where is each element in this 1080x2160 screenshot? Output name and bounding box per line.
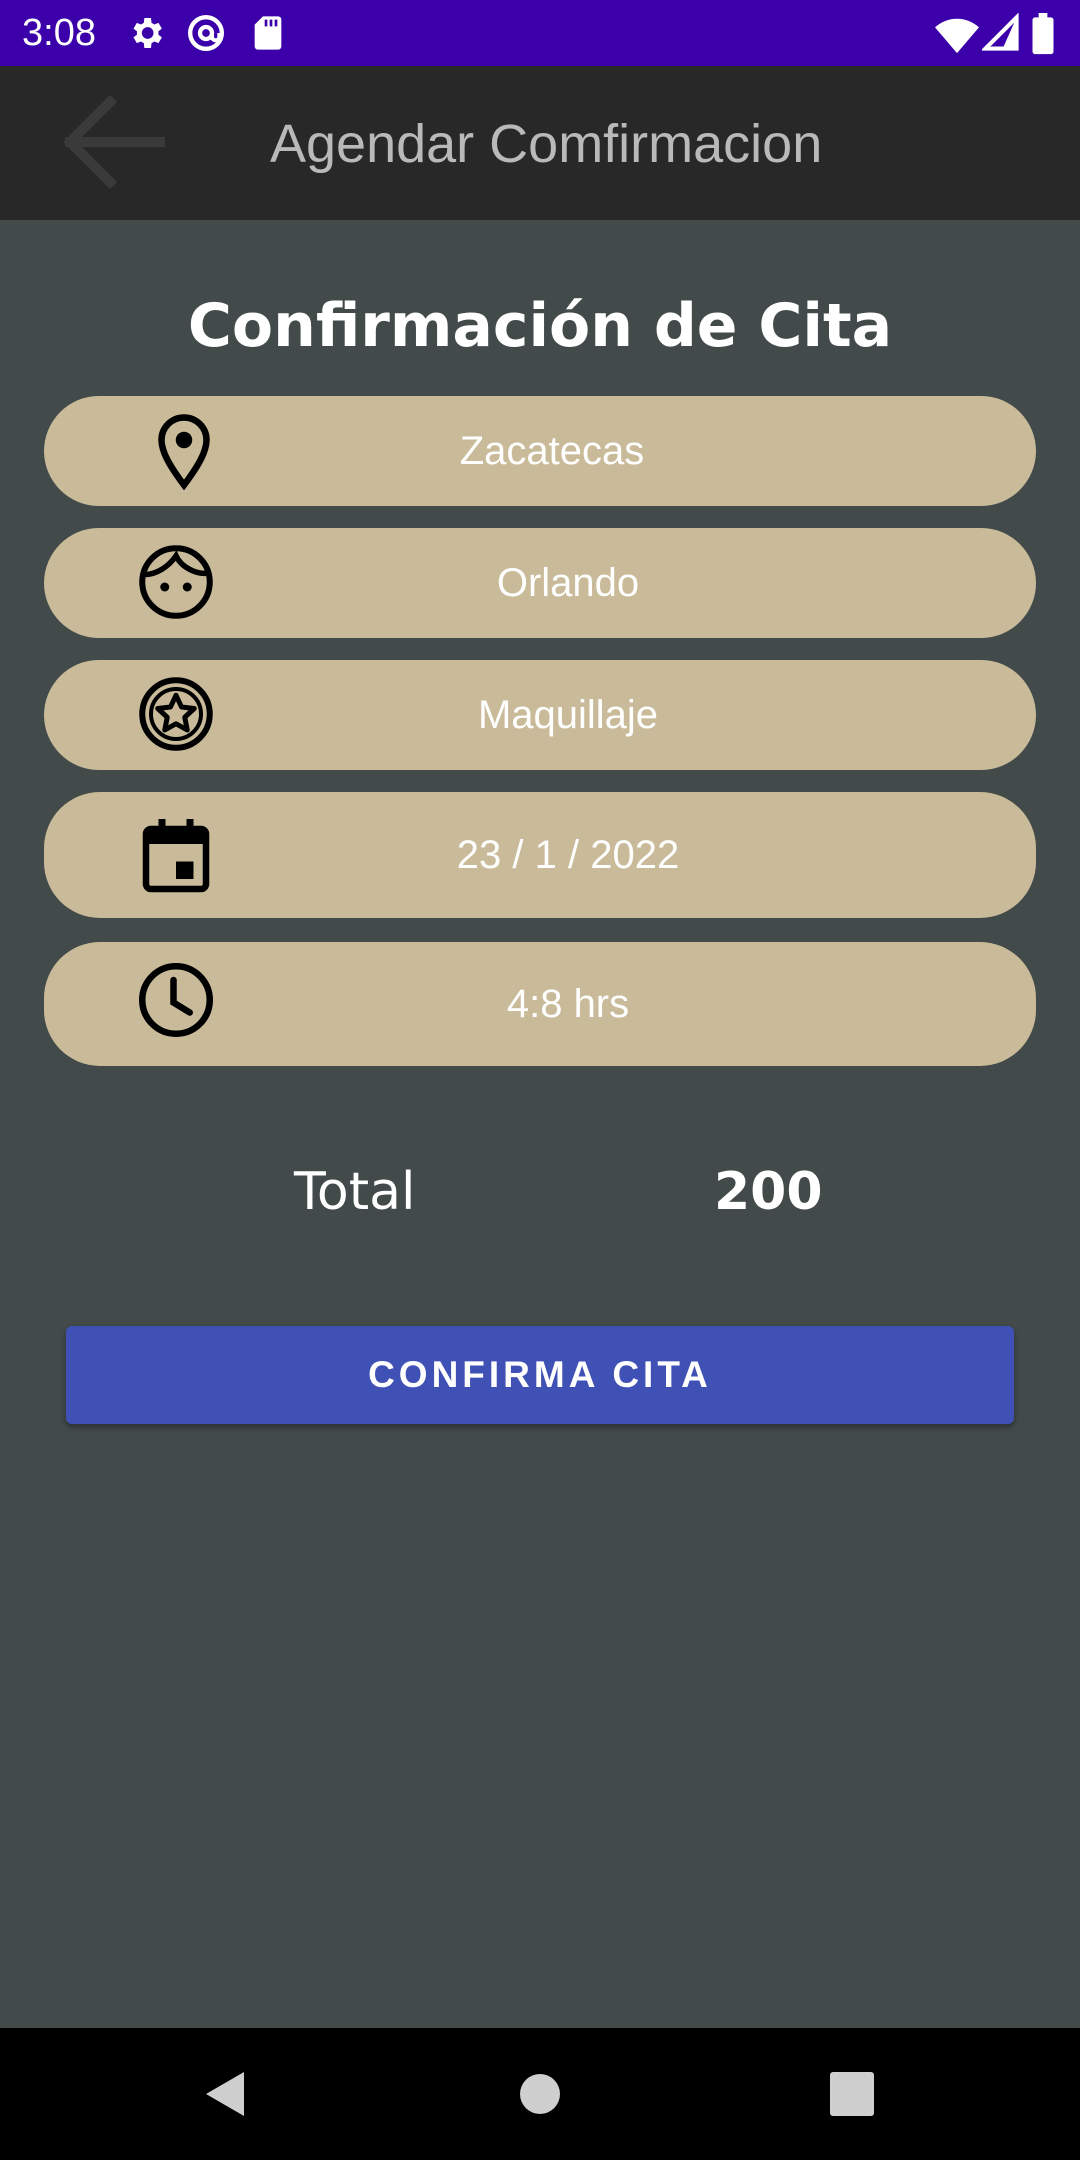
back-triangle-icon[interactable] xyxy=(196,2064,256,2124)
location-value: Zacatecas xyxy=(459,429,645,473)
service-row: Maquillaje xyxy=(44,660,1036,770)
status-time: 3:08 xyxy=(22,12,96,54)
recents-square-icon[interactable] xyxy=(822,2064,882,2124)
stylist-row: Orlando xyxy=(44,528,1036,638)
date-value: 23 / 1 / 2022 xyxy=(456,833,680,877)
location-row: Zacatecas xyxy=(44,396,1036,506)
sd-card-icon xyxy=(254,16,282,50)
app-title: Agendar Comfirmacion xyxy=(270,114,823,174)
home-circle-icon[interactable] xyxy=(510,2064,570,2124)
status-bar: 3:08 xyxy=(0,0,1080,66)
confirm-appointment-button[interactable]: CONFIRMA CITA xyxy=(66,1326,1014,1424)
app-bar: Agendar Comfirmacion xyxy=(0,66,1080,220)
signal-icon xyxy=(982,13,1019,51)
page-title: Confirmación de Cita xyxy=(187,291,893,361)
arrow-back-icon xyxy=(62,94,165,190)
time-row: 4:8 hrs xyxy=(44,942,1036,1066)
back-button[interactable] xyxy=(54,92,174,192)
battery-icon xyxy=(1032,13,1054,55)
service-value: Maquillaje xyxy=(477,693,659,737)
date-row: 23 / 1 / 2022 xyxy=(44,792,1036,918)
stylist-value: Orlando xyxy=(496,561,640,605)
navigation-bar xyxy=(0,2028,1080,2160)
gear-icon xyxy=(133,18,162,48)
at-sign-icon xyxy=(188,15,224,51)
time-value: 4:8 hrs xyxy=(506,982,630,1026)
wifi-icon xyxy=(935,18,979,54)
total-value: 200 xyxy=(714,1162,823,1222)
total-label: Total xyxy=(294,1162,416,1222)
